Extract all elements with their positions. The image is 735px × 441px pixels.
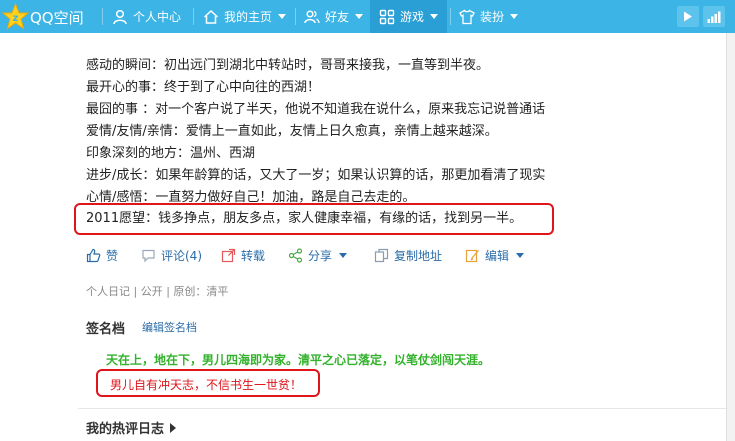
nav-my-homepage[interactable]: 我的主页: [203, 0, 287, 33]
edit-icon: [465, 249, 479, 262]
nav-friends[interactable]: 好友: [304, 0, 364, 33]
shirt-icon: [459, 9, 475, 24]
nav-label: 装扮: [480, 10, 505, 24]
chevron-down-icon: [430, 14, 439, 19]
diary-meta: 个人日记 | 公开 | 原创：清平: [86, 285, 229, 298]
copy-address-button[interactable]: 复制地址: [374, 246, 442, 264]
comment-button[interactable]: 评论(4): [141, 246, 202, 264]
nav-personal-center[interactable]: 个人中心: [112, 0, 181, 33]
nav-decorate[interactable]: 装扮: [459, 0, 519, 33]
nav-divider: [102, 8, 103, 25]
chevron-down-icon: [516, 252, 525, 258]
nav-label: 个人中心: [133, 10, 182, 24]
nav-label: 我的主页: [224, 10, 273, 24]
share-icon: [288, 247, 303, 263]
diary-line: 爱情/友情/亲情：爱情上一直如此，友情上日久愈真，亲情上越来越深。: [86, 124, 498, 139]
edit-button[interactable]: 编辑: [465, 246, 525, 264]
qzone-star-icon: z: [2, 3, 29, 30]
comment-icon: [142, 249, 155, 262]
signal-bars-icon: [707, 11, 721, 23]
logo-text: QQ空间: [30, 9, 84, 27]
play-icon: [684, 11, 692, 22]
nav-divider: [450, 8, 451, 25]
diary-line: 感动的瞬间：初出远门到湖北中转站时，哥哥来接我，一直等到半夜。: [86, 58, 490, 73]
svg-text:z: z: [13, 13, 19, 24]
signature-title: 签名档: [86, 322, 126, 337]
nav-label: 游戏: [400, 10, 425, 24]
wish-line: 2011愿望：钱多挣点，朋友多点，家人健康幸福，有缘的话，找到另一半。: [86, 211, 523, 226]
home-icon: [203, 9, 219, 24]
chevron-down-icon: [339, 252, 348, 258]
nav-label: 好友: [325, 10, 350, 24]
play-button[interactable]: [677, 6, 699, 27]
diary-line: 印象深刻的地方：温州、西湖: [86, 146, 256, 161]
copy-icon: [374, 248, 389, 262]
friends-icon: [304, 9, 320, 23]
nav-divider: [193, 8, 194, 25]
signature-line-2: 男儿自有冲天志，不信书生一世贫！: [110, 378, 303, 392]
signal-button[interactable]: [703, 6, 725, 27]
like-label: 赞: [106, 248, 119, 263]
chevron-right-icon: [170, 422, 177, 433]
thumbs-up-icon: [86, 248, 101, 262]
nav-games[interactable]: 游戏: [370, 0, 448, 33]
signature-line-1: 天在上，地在下，男儿四海即为家。清平之心已落定，以笔仗剑闯天涯。: [106, 353, 491, 367]
repost-button[interactable]: 转载: [221, 246, 265, 264]
share-label: 分享: [308, 248, 333, 263]
diary-line: 最开心的事：终于到了心中向往的西湖！: [86, 80, 321, 95]
top-nav-bar: z QQ空间 个人中心 我的主页 好友 游戏 装扮: [0, 0, 735, 33]
chevron-down-icon: [355, 14, 364, 19]
repost-label: 转载: [241, 248, 266, 263]
chevron-down-icon: [278, 14, 287, 19]
edit-signature-link[interactable]: 编辑签名档: [142, 319, 197, 335]
edit-label: 编辑: [485, 248, 510, 263]
user-icon: [113, 9, 127, 24]
hot-comments-header[interactable]: 我的热评日志: [86, 418, 177, 437]
copy-label: 复制地址: [394, 248, 443, 263]
diary-line: 最囧的事 ：对一个客户说了半天，他说不知道我在说什么，原来我忘记说普通话: [86, 102, 546, 117]
hot-comments-title: 我的热评日志: [86, 422, 165, 437]
scrollbar[interactable]: [726, 33, 735, 441]
nav-divider: [295, 8, 296, 25]
diary-line: 进步/成长：如果年龄算的话，又大了一岁；如果认识算的话，那更加看清了现实: [86, 168, 546, 183]
comment-label: 评论(4): [161, 248, 202, 263]
section-divider: [78, 408, 726, 409]
like-button[interactable]: 赞: [86, 246, 118, 264]
share-button[interactable]: 分享: [288, 246, 348, 264]
chevron-down-icon: [510, 14, 519, 19]
repost-icon: [221, 248, 236, 262]
grid-icon: [379, 9, 395, 24]
